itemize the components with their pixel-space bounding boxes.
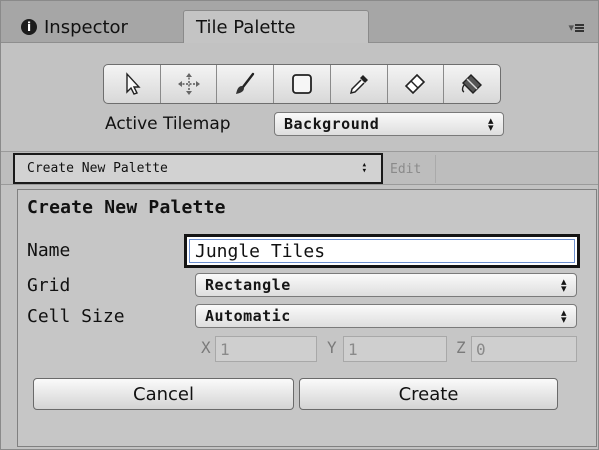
tile-palette-window: i Inspector Tile Palette ▾ Active Tilema… <box>0 0 599 450</box>
x-value: 1 <box>220 339 230 359</box>
tab-tile-palette-label: Tile Palette <box>196 16 296 38</box>
cell-size-dropdown[interactable]: Automatic ▴ ▾ <box>195 304 577 328</box>
tab-inspector[interactable]: i Inspector <box>9 11 179 43</box>
active-tilemap-value: Background <box>284 115 380 133</box>
move-tool-button[interactable] <box>161 65 218 103</box>
cancel-button[interactable]: Cancel <box>33 378 294 410</box>
x-label: X <box>201 338 211 357</box>
cancel-label: Cancel <box>133 383 194 405</box>
eyedropper-tool-button[interactable] <box>331 65 388 103</box>
box-fill-tool-button[interactable] <box>274 65 331 103</box>
menu-lines-icon <box>575 24 584 32</box>
create-label: Create <box>398 383 459 405</box>
x-field: 1 <box>215 336 317 362</box>
panel-title: Create New Palette <box>27 197 226 218</box>
paint-bucket-icon <box>461 74 483 94</box>
eyedropper-icon <box>349 75 368 95</box>
info-icon: i <box>21 19 37 35</box>
z-value: 0 <box>476 339 486 359</box>
y-field: 1 <box>343 336 447 362</box>
name-input[interactable] <box>189 239 575 263</box>
eraser-tool-button[interactable] <box>388 65 445 103</box>
cell-size-label: Cell Size <box>27 306 125 327</box>
y-value: 1 <box>348 339 358 359</box>
paintbrush-icon <box>236 72 255 94</box>
create-button[interactable]: Create <box>299 378 558 410</box>
edit-label: Edit <box>390 161 422 177</box>
edit-button[interactable]: Edit <box>384 155 436 183</box>
paintbrush-tool-button[interactable] <box>217 65 275 103</box>
window-menu-arrow: ▾ <box>568 21 574 34</box>
active-tilemap-dropdown[interactable]: Background ▴ ▾ <box>274 112 504 136</box>
updown-arrow-icon: ▴ ▾ <box>560 306 567 326</box>
updown-arrow-icon: ▴ ▾ <box>361 160 367 176</box>
select-tool-icon <box>126 72 141 95</box>
eraser-icon <box>405 73 426 95</box>
grid-value: Rectangle <box>205 276 291 294</box>
palette-dropdown[interactable]: Create New Palette ▴ ▾ <box>13 153 383 184</box>
y-label: Y <box>327 338 337 357</box>
grid-dropdown[interactable]: Rectangle ▴ ▾ <box>195 273 577 297</box>
tab-strip: i Inspector Tile Palette ▾ <box>1 1 598 43</box>
tab-inspector-label: Inspector <box>44 16 128 38</box>
tool-bar <box>103 64 501 104</box>
window-menu-button[interactable]: ▾ <box>568 21 584 34</box>
box-fill-icon <box>292 74 312 94</box>
select-tool-button[interactable] <box>104 65 161 103</box>
z-label: Z <box>456 338 466 357</box>
name-field[interactable] <box>184 234 580 268</box>
tab-tile-palette[interactable]: Tile Palette <box>183 10 369 43</box>
paint-bucket-tool-button[interactable] <box>444 65 500 103</box>
grid-label: Grid <box>27 275 71 296</box>
updown-arrow-icon: ▴ ▾ <box>560 275 567 295</box>
z-field: 0 <box>471 336 577 362</box>
move-tool-icon <box>177 73 200 95</box>
active-tilemap-label: Active Tilemap <box>105 114 231 134</box>
name-label: Name <box>27 240 71 261</box>
cell-size-value: Automatic <box>205 307 291 325</box>
palette-dropdown-value: Create New Palette <box>27 161 168 176</box>
updown-arrow-icon: ▴ ▾ <box>487 114 494 134</box>
